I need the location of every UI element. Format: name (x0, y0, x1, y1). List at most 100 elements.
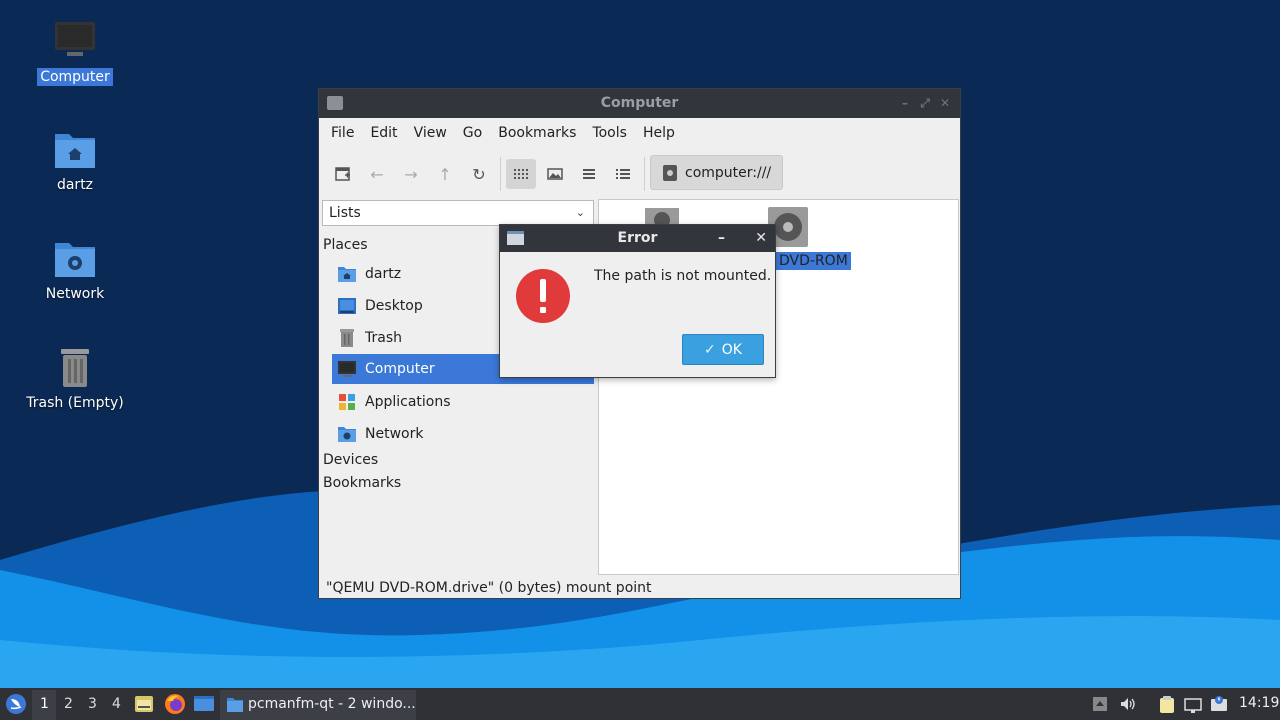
desktop-switch-icon[interactable] (193, 694, 215, 714)
icon-view-button[interactable] (506, 159, 536, 189)
sidebar-item-label: Applications (365, 394, 451, 410)
toolbar: ← → ↑ ↻ (319, 148, 960, 194)
compact-list-icon (583, 169, 595, 179)
sidebar-item-label: Trash (365, 330, 402, 346)
dialog-title: Error (617, 230, 658, 246)
workspace-2[interactable]: 2 (64, 696, 73, 712)
computer-icon (55, 22, 95, 56)
desktop-icon (338, 298, 356, 314)
volume-icon[interactable] (1120, 696, 1136, 712)
desktop-icon-label: Computer (37, 68, 113, 86)
sidebar-item-label: Network (365, 426, 424, 442)
clipboard-icon[interactable] (1158, 696, 1176, 714)
tray-up-icon[interactable] (1092, 696, 1108, 712)
drive-icon (663, 164, 677, 181)
side-pane-mode-value: Lists (329, 205, 361, 221)
notification-icon[interactable] (1210, 696, 1228, 714)
desktop-icon-computer[interactable]: Computer (20, 20, 130, 86)
network-tray-icon[interactable] (1184, 696, 1202, 714)
side-pane-mode-select[interactable]: Lists ⌄ (322, 200, 594, 226)
status-bar: "QEMU DVD-ROM.drive" (0 bytes) mount poi… (326, 580, 652, 596)
up-button[interactable]: ↑ (430, 159, 460, 189)
arrow-right-icon: → (404, 164, 418, 184)
back-button[interactable]: ← (362, 159, 392, 189)
home-folder-icon (338, 267, 356, 282)
sidebar-item-applications[interactable]: Applications (332, 387, 594, 417)
workspace-1[interactable]: 1 (40, 696, 49, 712)
toolbar-separator (644, 157, 645, 191)
detailed-view-button[interactable] (608, 159, 638, 189)
chevron-down-icon: ⌄ (575, 206, 585, 219)
menubar: File Edit View Go Bookmarks Tools Help (319, 118, 960, 148)
toolbar-separator (500, 157, 501, 191)
firefox-icon[interactable] (164, 693, 186, 715)
menu-bookmarks[interactable]: Bookmarks (490, 125, 584, 141)
dialog-titlebar[interactable]: Error – ✕ (500, 225, 775, 252)
error-icon (516, 269, 570, 323)
menu-edit[interactable]: Edit (362, 125, 405, 141)
home-folder-icon (55, 134, 95, 168)
menu-go[interactable]: Go (455, 125, 490, 141)
menu-view[interactable]: View (406, 125, 455, 141)
arrow-left-icon: ← (370, 164, 384, 184)
path-bar-button[interactable]: computer:/// (650, 155, 783, 190)
window-titlebar[interactable]: Computer – ⤢ ✕ (319, 89, 960, 118)
bookmarks-heading[interactable]: Bookmarks (323, 475, 401, 491)
workspace-3[interactable]: 3 (88, 696, 97, 712)
menu-file[interactable]: File (323, 125, 362, 141)
places-heading[interactable]: Places (323, 237, 368, 253)
maximize-icon[interactable]: ⤢ (918, 96, 932, 110)
network-folder-icon (55, 243, 95, 277)
clock[interactable]: 14:19 (1239, 695, 1279, 711)
forward-button[interactable]: → (396, 159, 426, 189)
desktop-icon-label: Trash (Empty) (26, 395, 124, 411)
new-tab-button[interactable] (328, 159, 358, 189)
desktop-icon-label: dartz (56, 177, 94, 193)
network-folder-icon (338, 427, 356, 442)
task-label: pcmanfm-qt - 2 windo... (248, 696, 416, 712)
image-icon (547, 168, 563, 180)
grid-icon (514, 169, 528, 179)
close-icon[interactable]: ✕ (755, 225, 767, 252)
minimize-icon[interactable]: – (718, 225, 725, 252)
compact-view-button[interactable] (574, 159, 604, 189)
menu-help[interactable]: Help (635, 125, 683, 141)
path-text: computer:/// (685, 164, 772, 181)
reload-button[interactable]: ↻ (464, 159, 494, 189)
close-icon[interactable]: ✕ (938, 96, 952, 110)
trash-icon (340, 329, 354, 347)
folder-icon (327, 96, 343, 110)
applications-icon (339, 394, 355, 410)
desktop-icon-label: Network (45, 286, 105, 302)
checkmark-icon: ✓ (704, 341, 716, 358)
app-menu-icon[interactable] (5, 693, 27, 715)
detailed-list-icon (616, 169, 630, 179)
workspace-4[interactable]: 4 (112, 696, 121, 712)
arrow-up-icon: ↑ (438, 164, 452, 184)
sidebar-item-network[interactable]: Network (332, 419, 594, 449)
desktop-icon-trash[interactable]: Trash (Empty) (20, 346, 130, 412)
menu-tools[interactable]: Tools (584, 125, 635, 141)
sidebar-item-label: Desktop (365, 298, 423, 314)
file-manager-launcher-icon[interactable] (134, 694, 154, 714)
ok-button[interactable]: ✓ OK (682, 334, 764, 365)
sidebar-item-label: dartz (365, 266, 402, 282)
folder-icon (227, 698, 243, 712)
thumbnail-view-button[interactable] (540, 159, 570, 189)
sidebar-item-label: Computer (365, 361, 435, 377)
task-button[interactable]: pcmanfm-qt - 2 windo... (220, 690, 416, 720)
desktop-icon-dartz[interactable]: dartz (20, 128, 130, 194)
reload-icon: ↻ (472, 164, 486, 184)
computer-icon (338, 361, 356, 377)
error-dialog: Error – ✕ The path is not mounted. ✓ OK (499, 224, 776, 378)
devices-heading[interactable]: Devices (323, 452, 378, 468)
desktop-icon-network[interactable]: Network (20, 237, 130, 303)
ok-label: OK (721, 341, 742, 358)
dvd-rom-label[interactable]: DVD-ROM (776, 252, 851, 270)
window-icon (507, 231, 524, 245)
trash-icon (61, 349, 89, 387)
error-message: The path is not mounted. (594, 268, 772, 284)
new-tab-icon (335, 167, 350, 181)
window-title: Computer (600, 95, 679, 111)
minimize-icon[interactable]: – (898, 96, 912, 110)
